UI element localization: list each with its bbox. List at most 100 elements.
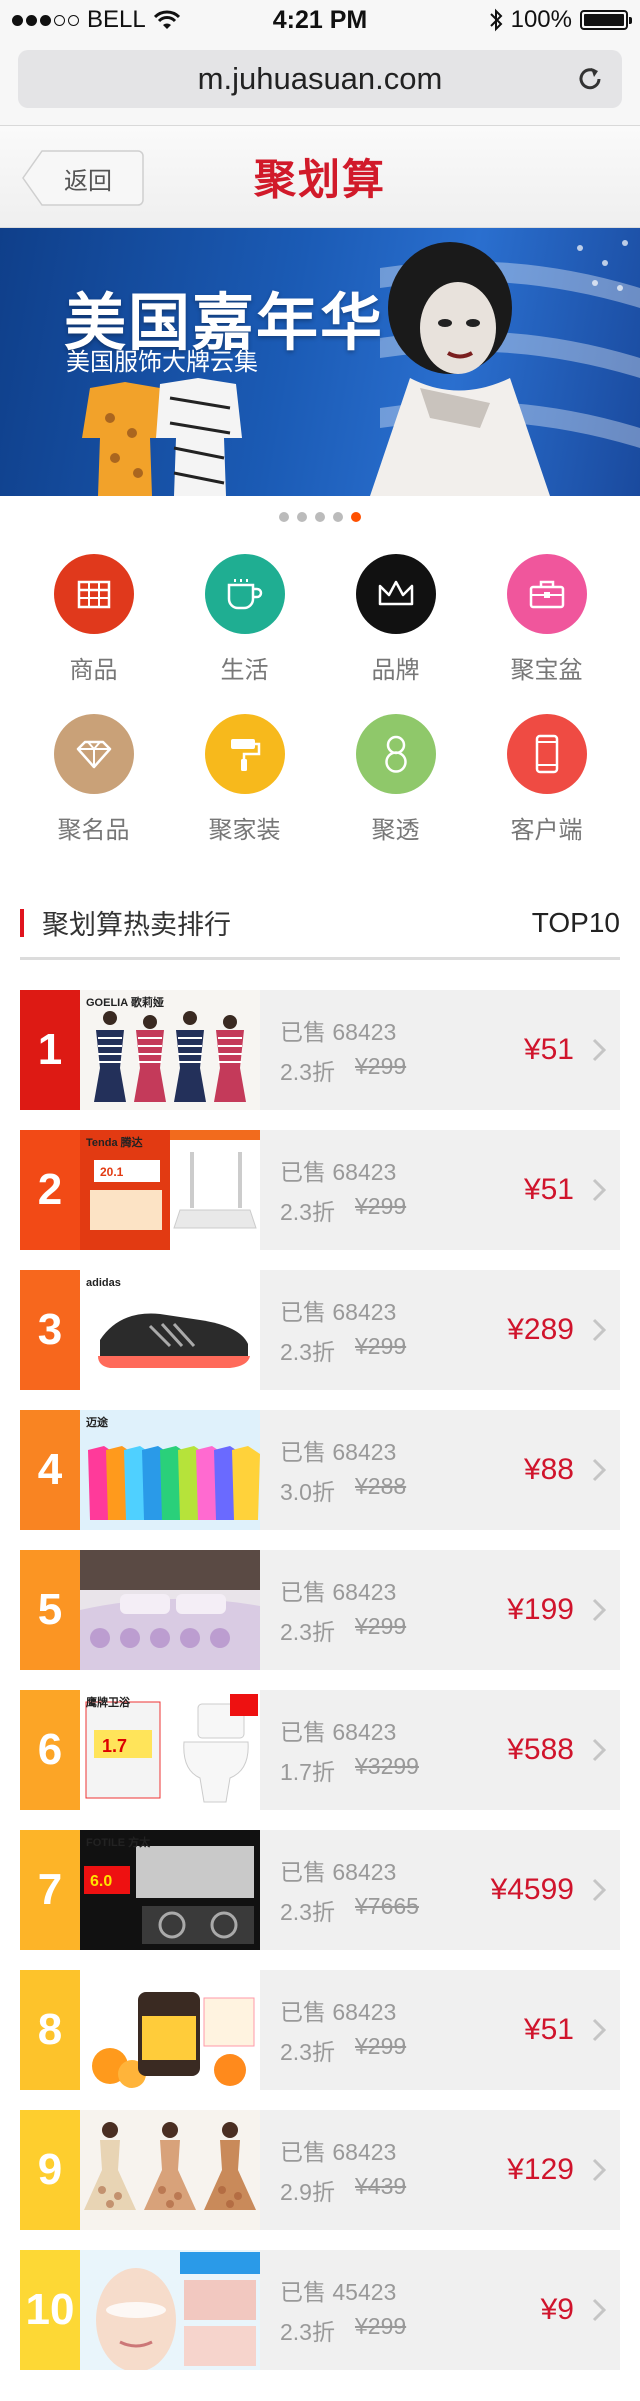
carousel-dot-active[interactable] (351, 512, 361, 522)
category-brand[interactable]: 品牌 (320, 548, 471, 708)
sold-number: 68423 (332, 1159, 397, 1185)
ranking-item[interactable]: 10 已售 45423 2.3折 ¥299 ¥9 (20, 2250, 620, 2370)
carrier-name: BELL (87, 6, 146, 33)
product-info: 已售 68423 2.3折 ¥299 ¥289 (260, 1270, 620, 1390)
ranking-item[interactable]: 9 已售 68423 2.9折 ¥439 ¥129 (20, 2110, 620, 2230)
sale-price: ¥51 (523, 1033, 574, 1066)
rank-number: 1 (20, 990, 80, 1110)
back-button-label: 返回 (64, 167, 112, 195)
sold-label: 已售 (280, 1859, 326, 1885)
original-price: ¥288 (354, 1473, 407, 1499)
category-treasure[interactable]: 聚宝盆 (471, 548, 622, 708)
product-thumbnail: 6.0 FOTILE 方太 (80, 1830, 260, 1950)
category-life[interactable]: 生活 (169, 548, 320, 708)
sale-price: ¥289 (507, 1313, 574, 1346)
sold-count: 已售 68423 (280, 1993, 406, 2027)
ranking-item[interactable]: 1 GOELIA 歌莉娅 已售 68423 2.3折 ¥299 ¥51 (20, 990, 620, 1110)
product-info: 已售 68423 2.3折 ¥299 ¥199 (260, 1550, 620, 1670)
discount-line: 2.3折 ¥299 (280, 1613, 406, 1647)
product-meta: 已售 68423 2.3折 ¥299 (280, 1293, 406, 1367)
svg-text:GOELIA 歌莉娅: GOELIA 歌莉娅 (86, 995, 164, 1009)
discount-rate: 2.9折 (280, 2179, 335, 2205)
sold-label: 已售 (280, 1719, 326, 1745)
category-label: 聚家装 (208, 817, 281, 844)
carousel-dot[interactable] (297, 512, 307, 522)
sold-count: 已售 68423 (280, 1853, 419, 1887)
discount-line: 2.3折 ¥299 (280, 1193, 406, 1227)
discount-rate: 1.7折 (280, 1759, 335, 1785)
ranking-item[interactable]: 3 adidas 已售 68423 2.3折 ¥299 ¥289 (20, 1270, 620, 1390)
discount-line: 2.9折 ¥439 (280, 2173, 406, 2207)
ranking-item[interactable]: 6 1.7 鹰牌卫浴 已售 68423 1.7折 ¥3299 ¥588 (20, 1690, 620, 1810)
reload-icon[interactable] (574, 63, 606, 95)
signal-strength-icon (12, 14, 79, 26)
chevron-right-icon (592, 2018, 606, 2042)
category-label: 客户端 (510, 817, 583, 844)
product-meta: 已售 68423 2.3折 ¥299 (280, 1993, 406, 2067)
product-thumbnail (80, 1970, 260, 2090)
promo-banner[interactable]: 美国嘉年华 美国服饰大牌云集 (0, 228, 640, 496)
ranking-item[interactable]: 5 已售 68423 2.3折 ¥299 ¥199 (20, 1550, 620, 1670)
crown-icon (355, 554, 436, 634)
category-goods[interactable]: 商品 (18, 548, 169, 708)
wifi-icon (153, 10, 180, 29)
ranking-item[interactable]: 7 6.0 FOTILE 方太 已售 68423 2.3折 ¥7665 ¥4599 (20, 1830, 620, 1950)
browser-toolbar: m.juhuasuan.com (0, 40, 640, 126)
svg-text:20.1: 20.1 (100, 1165, 124, 1179)
status-left: BELL (12, 6, 180, 34)
discount-line: 2.3折 ¥299 (280, 2033, 406, 2067)
carousel-dot[interactable] (279, 512, 289, 522)
category-client[interactable]: 客户端 (471, 708, 622, 868)
chevron-right-icon (592, 2158, 606, 2182)
original-price: ¥299 (354, 1053, 407, 1079)
product-thumbnail (80, 2250, 260, 2370)
sold-number: 68423 (332, 1859, 397, 1885)
phone-icon (506, 714, 587, 794)
address-bar[interactable]: m.juhuasuan.com (18, 50, 622, 108)
svg-text:迈途: 迈途 (86, 1415, 109, 1429)
ranking-item[interactable]: 2 20.1 Tenda 腾达 已售 68423 2.3折 ¥299 ¥51 (20, 1130, 620, 1250)
banner-model-illustration (370, 242, 550, 496)
product-thumbnail: GOELIA 歌莉娅 (80, 990, 260, 1110)
discount-rate: 3.0折 (280, 1479, 335, 1505)
sold-number: 68423 (332, 1019, 397, 1045)
rank-number: 5 (20, 1550, 80, 1670)
sold-label: 已售 (280, 1299, 326, 1325)
product-meta: 已售 45423 2.3折 ¥299 (280, 2273, 406, 2347)
battery-icon (580, 10, 632, 30)
carousel-dot[interactable] (333, 512, 343, 522)
category-jutou[interactable]: 聚透 (320, 708, 471, 868)
battery-percent: 100% (510, 6, 572, 33)
discount-rate: 2.3折 (280, 1899, 335, 1925)
discount-line: 2.3折 ¥299 (280, 2313, 406, 2347)
product-thumbnail (80, 2110, 260, 2230)
sold-count: 已售 68423 (280, 1713, 419, 1747)
category-home-decor[interactable]: 聚家装 (169, 708, 320, 868)
original-price: ¥439 (354, 2173, 407, 2199)
product-meta: 已售 68423 2.3折 ¥299 (280, 1573, 406, 1647)
product-info: 已售 68423 2.3折 ¥299 ¥51 (260, 1970, 620, 2090)
sold-number: 68423 (332, 1439, 397, 1465)
original-price: ¥299 (354, 1333, 407, 1359)
discount-line: 3.0折 ¥288 (280, 1473, 406, 1507)
original-price: ¥299 (354, 2033, 407, 2059)
carousel-dot[interactable] (315, 512, 325, 522)
product-thumbnail: adidas (80, 1270, 260, 1390)
sold-count: 已售 68423 (280, 1153, 406, 1187)
category-label: 商品 (69, 657, 118, 684)
ranking-item[interactable]: 4 迈途 已售 68423 3.0折 ¥288 ¥88 (20, 1410, 620, 1530)
chevron-right-icon (592, 2298, 606, 2322)
original-price: ¥299 (354, 1613, 407, 1639)
discount-rate: 2.3折 (280, 1339, 335, 1365)
sold-count: 已售 45423 (280, 2273, 406, 2307)
back-button[interactable]: 返回 (22, 150, 144, 206)
sold-number: 68423 (332, 2139, 397, 2165)
rank-number: 6 (20, 1690, 80, 1810)
category-luxury[interactable]: 聚名品 (18, 708, 169, 868)
product-info: 已售 45423 2.3折 ¥299 ¥9 (260, 2250, 620, 2370)
ranking-item[interactable]: 8 已售 68423 2.3折 ¥299 ¥51 (20, 1970, 620, 2090)
sold-count: 已售 68423 (280, 1293, 406, 1327)
diamond-icon (53, 714, 134, 794)
sold-number: 68423 (332, 1719, 397, 1745)
sold-label: 已售 (280, 2279, 326, 2305)
